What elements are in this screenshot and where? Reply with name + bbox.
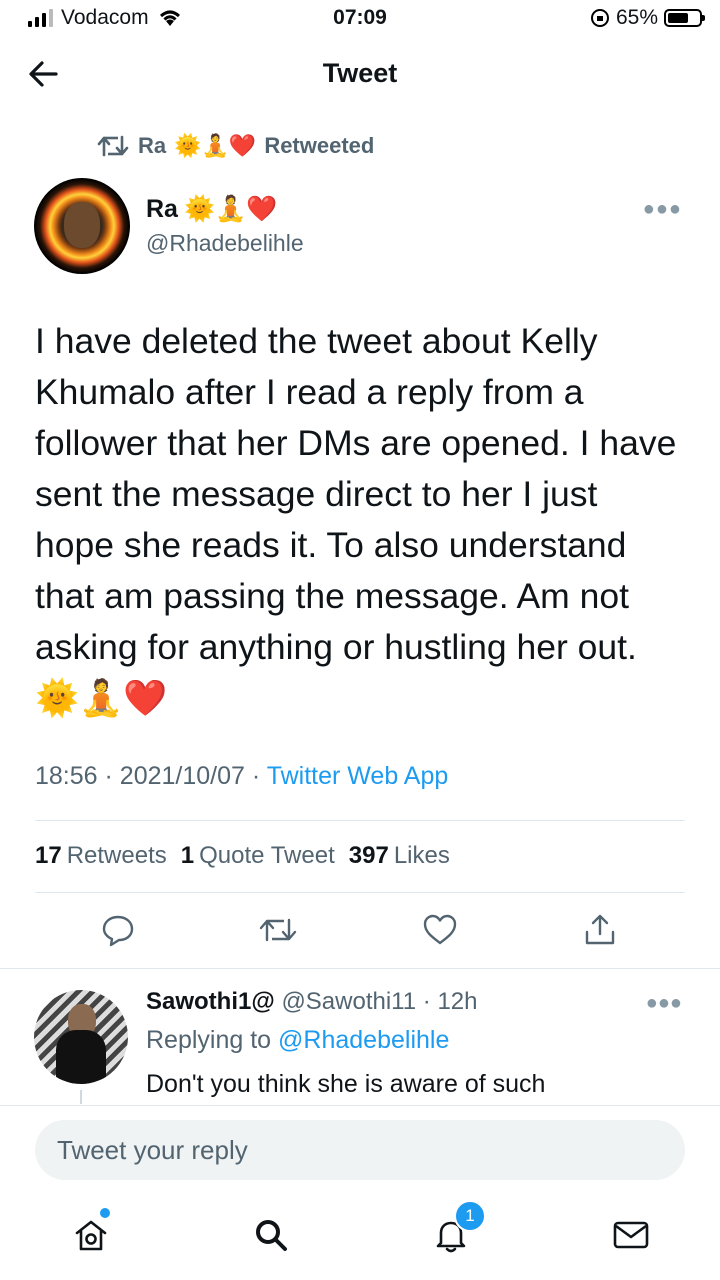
replying-mention-link[interactable]: @Rhadebelihle (278, 1026, 449, 1054)
tweet-text: I have deleted the tweet about Kelly Khu… (35, 321, 677, 718)
battery-icon (664, 9, 705, 27)
retweets-label: Retweets (66, 842, 167, 869)
likes-label: Likes (393, 842, 450, 869)
tweet-date: 2021/10/07 (119, 762, 245, 790)
retweeted-label: Retweeted (264, 133, 375, 158)
reply-author-name[interactable]: Sawothi1@ (146, 988, 275, 1015)
likes-stat[interactable]: 397 Likes (349, 842, 450, 870)
replying-label: Replying to (146, 1026, 272, 1054)
comment-icon (102, 915, 134, 947)
quotes-label: Quote Tweet (199, 842, 335, 869)
share-icon (585, 914, 615, 945)
heart-icon (423, 914, 457, 945)
reply-button[interactable] (96, 908, 140, 952)
tweet-meta: 18:56 · 2021/10/07 · Twitter Web App (35, 762, 449, 790)
reply-text: Don't you think she is aware of such (146, 1070, 546, 1098)
tab-messages[interactable] (606, 1210, 656, 1260)
divider (35, 820, 685, 821)
home-icon (75, 1220, 107, 1251)
battery-group: 65% (590, 6, 705, 30)
tab-notifications[interactable]: 1 (426, 1200, 486, 1260)
replying-to: Replying to @Rhadebelihle (146, 1026, 449, 1055)
retweeted-indicator[interactable]: Ra 🌞🧘❤️ Retweeted (96, 133, 374, 159)
reply-more-options-button[interactable]: ●●● (646, 992, 682, 1015)
search-icon (256, 1220, 287, 1251)
author-handle[interactable]: @Rhadebelihle (146, 230, 304, 257)
notifications-badge: 1 (454, 1200, 486, 1232)
retweets-stat[interactable]: 17 Retweets (35, 842, 167, 870)
quotes-count: 1 (180, 842, 195, 869)
tab-home[interactable] (66, 1208, 116, 1260)
author-name: Ra (146, 194, 178, 223)
reply-author-avatar[interactable] (34, 990, 128, 1084)
divider (35, 892, 685, 893)
retweet-icon (97, 135, 129, 157)
likes-count: 397 (348, 842, 389, 869)
like-button[interactable] (418, 908, 462, 952)
status-bar: Vodacom 07:09 65% (0, 0, 720, 40)
reply-tweet[interactable]: Sawothi1@ @Sawothi11 · 12h ●●● Replying … (34, 984, 686, 1104)
author-avatar[interactable] (34, 178, 130, 274)
divider (0, 968, 720, 969)
author-emojis: 🌞🧘❤️ (183, 194, 278, 223)
retweets-count: 17 (35, 842, 62, 869)
tweet-source-link[interactable]: Twitter Web App (267, 762, 449, 790)
orientation-lock-icon (590, 9, 609, 27)
mail-icon (613, 1221, 649, 1249)
reply-header: Sawothi1@ @Sawothi11 · 12h (146, 988, 478, 1015)
more-options-button[interactable]: ●●● (643, 198, 682, 221)
share-button[interactable] (578, 908, 622, 952)
author-name-group[interactable]: Ra 🌞🧘❤️ (146, 194, 277, 224)
retweet-icon (259, 918, 297, 942)
tweet-stats: 17 Retweets 1 Quote Tweet 397 Likes (35, 842, 450, 870)
reply-age: 12h (437, 988, 478, 1015)
page-title: Tweet (322, 58, 398, 88)
retweet-button[interactable] (256, 908, 300, 952)
divider (0, 1105, 720, 1106)
quotes-stat[interactable]: 1 Quote Tweet (181, 842, 335, 870)
home-new-indicator (100, 1208, 110, 1218)
reply-input[interactable] (35, 1120, 685, 1180)
battery-percent: 65% (615, 6, 658, 29)
tweet-actions (0, 908, 720, 954)
reply-author-handle[interactable]: @Sawothi11 (281, 988, 416, 1015)
thread-line (80, 1090, 82, 1104)
retweeter-emojis: 🌞🧘❤️ (174, 133, 257, 159)
tab-search[interactable] (246, 1210, 296, 1260)
tweet-author: Ra 🌞🧘❤️ @Rhadebelihle ●●● (34, 178, 686, 274)
tweet-time: 18:56 (35, 762, 98, 790)
top-navigation: Tweet (0, 40, 720, 110)
bottom-tab-bar: 1 (0, 1190, 720, 1280)
retweeter-name: Ra (138, 133, 167, 158)
